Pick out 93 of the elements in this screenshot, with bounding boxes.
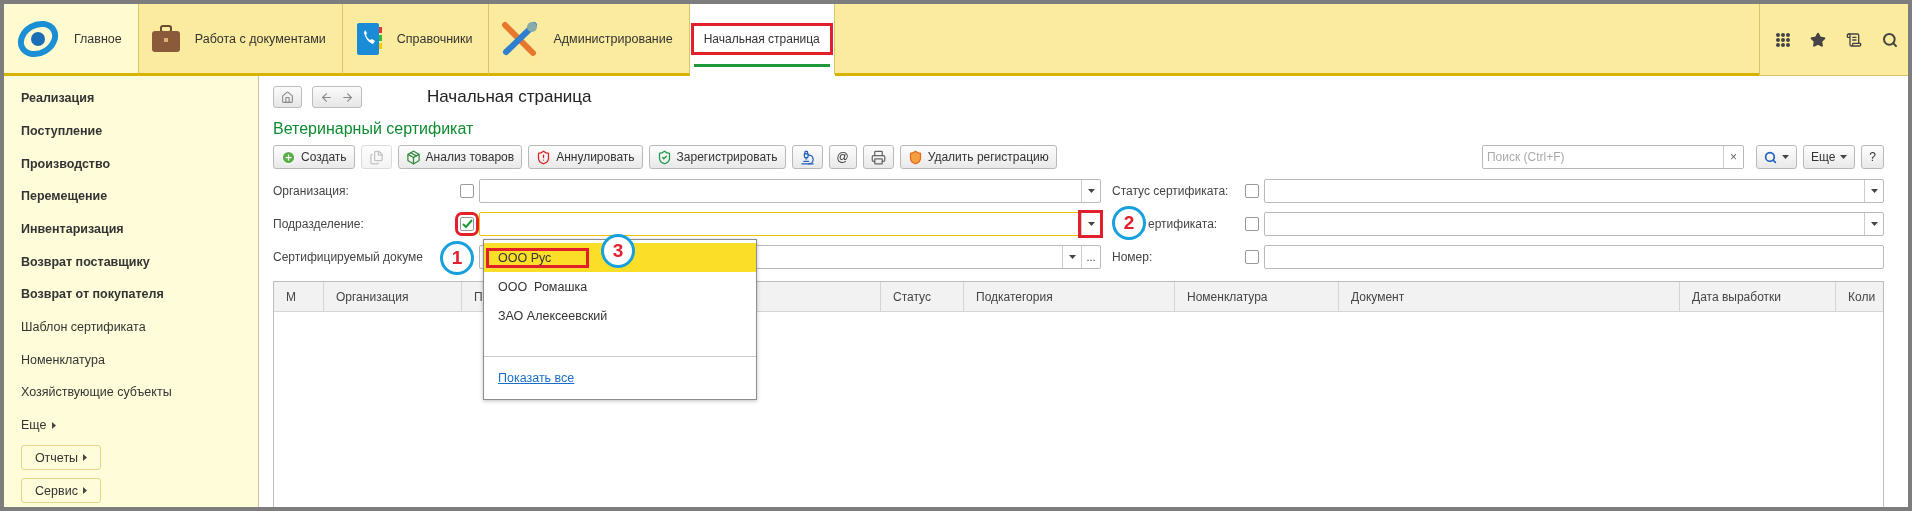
caret-right-icon xyxy=(82,487,87,495)
filter-checkbox[interactable] xyxy=(1245,216,1259,231)
sidebar-item[interactable]: Шаблон сертификата xyxy=(21,310,258,344)
arrow-right-icon xyxy=(341,90,354,104)
select-field[interactable] xyxy=(479,178,1101,203)
column-header[interactable]: Коли xyxy=(1836,282,1889,311)
step-marker: 1 xyxy=(440,241,474,275)
sidebar-item[interactable]: Реализация xyxy=(21,82,258,115)
filter-label: Организация: xyxy=(273,183,349,198)
phone-book-icon xyxy=(354,21,383,56)
clear-button[interactable]: × xyxy=(1722,146,1743,168)
sidebar-item[interactable]: Перемещение xyxy=(21,180,258,213)
toolbar-button[interactable]: Аннулировать xyxy=(528,145,643,169)
filter-checkbox[interactable] xyxy=(460,183,474,198)
package-icon xyxy=(405,149,421,165)
dropdown-caret-icon xyxy=(1087,221,1095,226)
sidebar-item[interactable]: Возврат от покупателя xyxy=(21,278,258,311)
copy-icon xyxy=(368,149,384,165)
menu-button[interactable]: Сервис xyxy=(21,478,101,503)
filter-checkbox[interactable] xyxy=(1245,249,1259,264)
section-tab[interactable]: Работа с документами xyxy=(138,4,343,76)
history-buttons[interactable] xyxy=(312,86,362,108)
column-header[interactable]: Документ xyxy=(1339,282,1680,311)
step-marker: 2 xyxy=(1112,206,1146,240)
plus-icon xyxy=(281,149,296,165)
toolbar-button[interactable]: Зарегистрировать xyxy=(648,145,786,169)
toolbar-button[interactable]: @ xyxy=(828,145,857,169)
search-icon[interactable] xyxy=(1882,31,1898,48)
caret-right-icon xyxy=(83,454,88,462)
toolbar-button[interactable] xyxy=(791,145,823,169)
column-header[interactable]: Номенклатура xyxy=(1175,282,1339,311)
column-header[interactable]: Статус xyxy=(881,282,964,311)
dropdown-item[interactable]: ЗАО Алексеевский xyxy=(484,301,756,330)
dropdown-caret-icon xyxy=(1870,221,1878,226)
help-button[interactable]: ? xyxy=(1861,145,1884,169)
search-box[interactable]: Поиск (Ctrl+F) × xyxy=(1481,145,1744,169)
star-icon[interactable] xyxy=(1810,31,1826,48)
select-field[interactable] xyxy=(1264,178,1884,203)
input-field[interactable] xyxy=(1264,244,1884,269)
filter-label: Сертифицируемый докуме xyxy=(273,249,423,264)
briefcase-icon xyxy=(150,24,181,53)
show-all-link[interactable]: Показать все xyxy=(498,371,575,385)
toolbar-button[interactable]: Создать xyxy=(273,145,355,169)
shield-icon xyxy=(656,149,672,165)
sidebar-item[interactable]: Номенклатура xyxy=(21,343,258,377)
sidebar-item[interactable]: Хозяйствующие субъекты xyxy=(21,376,258,409)
grid-icon[interactable] xyxy=(1776,32,1790,47)
sidebar-item[interactable]: Поступление xyxy=(21,114,258,148)
section-tab[interactable]: Главное xyxy=(4,4,139,76)
page-tab[interactable]: Начальная страница xyxy=(689,4,835,76)
dropdown-caret-icon xyxy=(1068,254,1076,259)
search-icon xyxy=(1763,150,1777,164)
shield-icon xyxy=(536,149,552,165)
filter-label: Номер: xyxy=(1112,249,1153,264)
toolbar-button[interactable]: Удалить регистрацию xyxy=(899,145,1057,169)
column-header[interactable]: М xyxy=(274,282,324,311)
arrow-left-icon xyxy=(320,90,333,104)
select-field[interactable] xyxy=(479,211,1101,236)
page-title: Начальная страница xyxy=(427,87,592,107)
caret-down-icon xyxy=(1840,155,1848,159)
shield-icon xyxy=(907,149,923,165)
filter-label: ертификата: xyxy=(1148,216,1218,231)
home-icon xyxy=(281,90,294,104)
dropdown-caret-icon xyxy=(1087,188,1095,193)
home-button[interactable] xyxy=(273,86,302,108)
scroll-icon[interactable] xyxy=(1846,31,1862,48)
sidebar-item[interactable]: Инвентаризация xyxy=(21,212,258,246)
caret-right-icon xyxy=(52,421,57,429)
search-button[interactable] xyxy=(1755,145,1797,169)
toolbar-button[interactable]: Анализ товаров xyxy=(397,145,523,169)
section-tab[interactable]: Администрирование xyxy=(489,4,690,76)
toolbar-button[interactable] xyxy=(862,145,894,169)
column-header[interactable]: Дата выработки xyxy=(1680,282,1836,311)
column-header[interactable]: Организация xyxy=(324,282,462,311)
more-link[interactable]: Еще xyxy=(21,418,47,433)
microscope-icon xyxy=(799,149,815,165)
sidebar-item[interactable]: Производство xyxy=(21,147,258,180)
printer-icon xyxy=(870,149,886,165)
filter-checkbox[interactable] xyxy=(1245,183,1259,198)
tools-icon xyxy=(501,20,540,57)
caret-down-icon xyxy=(1781,155,1789,159)
filter-label: Статус сертификата: xyxy=(1112,183,1229,198)
dropdown-caret-icon xyxy=(1870,188,1878,193)
more-button[interactable]: Еще xyxy=(1802,145,1856,169)
select-field[interactable] xyxy=(1264,211,1884,236)
dropdown-item[interactable]: ООО Ромашка xyxy=(484,272,756,301)
choice-button[interactable]: ... xyxy=(1081,245,1100,268)
section-tab[interactable]: Справочники xyxy=(342,4,490,76)
column-header[interactable]: Подкатегория xyxy=(964,282,1175,311)
form-title: Ветеринарный сертификат xyxy=(273,120,475,138)
sidebar-item[interactable]: Возврат поставщику xyxy=(21,245,258,279)
filter-label: Подразделение: xyxy=(273,216,364,231)
menu-button[interactable]: Отчеты xyxy=(21,445,101,471)
